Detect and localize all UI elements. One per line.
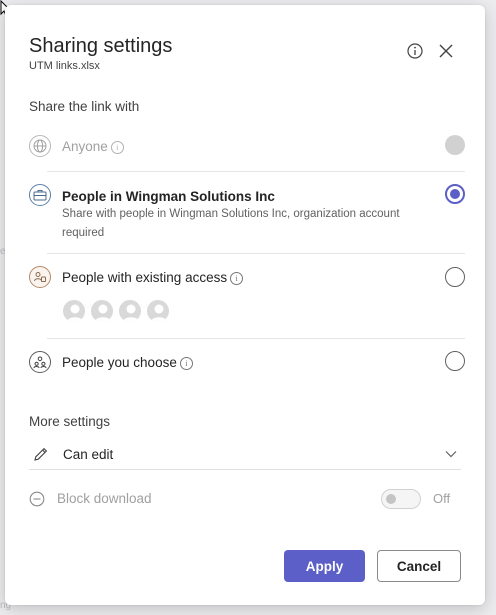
option-anyone[interactable]: Anyone i — [25, 133, 465, 163]
file-name: UTM links.xlsx — [29, 60, 100, 72]
more-settings-label: More settings — [29, 414, 111, 429]
toggle-knob — [386, 494, 396, 504]
divider — [47, 253, 465, 254]
block-download-label: Block download — [57, 491, 152, 506]
divider — [29, 469, 461, 470]
info-icon[interactable]: i — [230, 271, 244, 285]
cancel-button[interactable]: Cancel — [377, 550, 461, 582]
dialog-title: Sharing settings — [29, 35, 173, 57]
option-anyone-label: Anyone i — [62, 139, 124, 154]
pencil-icon — [34, 447, 48, 461]
sharing-settings-dialog: Sharing settings UTM links.xlsx Share th… — [5, 5, 485, 605]
block-download-toggle[interactable] — [381, 489, 421, 509]
option-people-you-choose[interactable]: People you choose i — [25, 349, 465, 379]
share-link-section-label: Share the link with — [29, 99, 140, 114]
option-organization-description: Share with people in Wingman Solutions I… — [62, 208, 400, 239]
option-existing-access[interactable]: People with existing access i — [25, 265, 465, 325]
avatar — [118, 299, 142, 323]
avatar — [90, 299, 114, 323]
info-icon[interactable]: i — [179, 356, 193, 370]
minus-circle-icon — [29, 491, 45, 507]
avatar-group — [62, 299, 182, 323]
option-people-you-choose-label: People you choose i — [62, 355, 193, 370]
avatar — [62, 299, 86, 323]
divider — [47, 171, 465, 172]
apply-button[interactable]: Apply — [284, 550, 365, 582]
radio-existing-access[interactable] — [445, 267, 465, 287]
option-existing-access-label: People with existing access i — [62, 270, 244, 285]
avatar — [146, 299, 170, 323]
radio-organization[interactable] — [445, 184, 465, 204]
close-icon — [439, 44, 453, 58]
permission-value: Can edit — [63, 447, 114, 462]
option-organization[interactable]: People in Wingman Solutions Inc Share wi… — [25, 182, 465, 242]
radio-anyone[interactable] — [445, 135, 465, 155]
permission-select[interactable]: Can edit — [29, 437, 461, 469]
info-icon — [407, 43, 423, 59]
divider — [47, 338, 465, 339]
radio-people-you-choose[interactable] — [445, 351, 465, 371]
block-download-row: Block download — [29, 489, 329, 509]
toggle-state-label: Off — [433, 491, 451, 506]
chevron-down-icon — [445, 451, 457, 458]
option-organization-label: People in Wingman Solutions Inc — [62, 189, 275, 204]
globe-icon — [29, 135, 51, 157]
briefcase-icon — [29, 184, 51, 206]
people-access-icon — [29, 266, 51, 288]
info-icon[interactable]: i — [110, 140, 124, 154]
people-choose-icon — [29, 351, 51, 373]
close-button[interactable] — [436, 41, 456, 61]
info-button[interactable] — [405, 41, 425, 61]
